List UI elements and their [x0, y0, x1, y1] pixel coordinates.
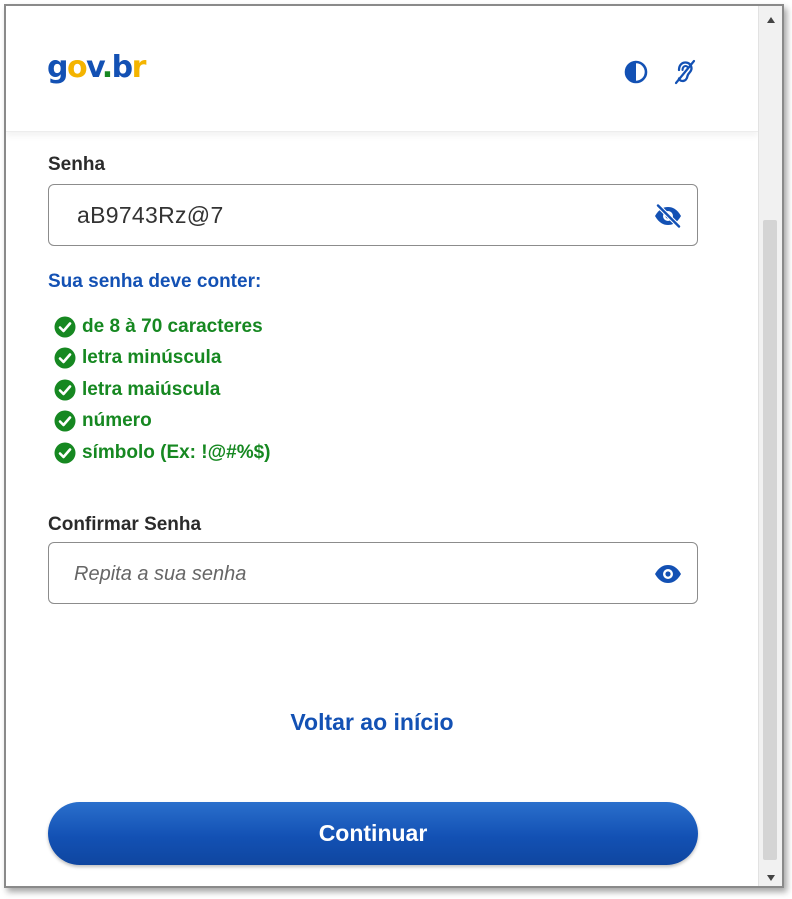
password-field[interactable]: aB9743Rz@7: [48, 184, 698, 246]
requirement-item: letra minúscula: [54, 343, 271, 375]
govbr-logo[interactable]: gov.br: [47, 50, 147, 86]
scrollbar-thumb[interactable]: [763, 220, 777, 860]
eye-slash-icon[interactable]: [653, 202, 683, 230]
requirement-item: letra maiúscula: [54, 374, 271, 406]
logo-letter: r: [131, 50, 147, 85]
requirement-text: de 8 à 70 caracteres: [82, 315, 263, 337]
requirement-text: letra minúscula: [82, 347, 222, 369]
check-circle-icon: [54, 410, 76, 432]
confirm-password-field[interactable]: Repita a sua senha: [48, 542, 698, 604]
hearing-accessibility-icon[interactable]: [671, 58, 699, 86]
scroll-up-arrow-icon[interactable]: [759, 10, 782, 30]
requirements-list: de 8 à 70 caracteres letra minúscula let…: [54, 311, 271, 469]
check-circle-icon: [54, 379, 76, 401]
requirement-item: de 8 à 70 caracteres: [54, 311, 271, 343]
requirements-title: Sua senha deve conter:: [48, 271, 262, 292]
requirement-item: símbolo (Ex: !@#%$): [54, 437, 271, 469]
eye-icon[interactable]: [653, 560, 683, 588]
continue-button[interactable]: Continuar: [48, 802, 698, 865]
logo-letter: b: [111, 50, 133, 85]
logo-letter: g: [47, 50, 68, 85]
back-to-start-link[interactable]: Voltar ao início: [6, 709, 738, 736]
requirement-text: letra maiúscula: [82, 378, 221, 400]
password-value: aB9743Rz@7: [77, 202, 224, 228]
scroll-down-arrow-icon[interactable]: [759, 868, 782, 886]
contrast-icon[interactable]: [622, 58, 650, 86]
requirement-item: número: [54, 406, 271, 438]
requirement-text: símbolo (Ex: !@#%$): [82, 441, 271, 463]
vertical-scrollbar[interactable]: [758, 6, 782, 886]
logo-letter: v: [86, 50, 103, 85]
confirm-password-placeholder: Repita a sua senha: [74, 563, 247, 585]
header: gov.br: [6, 6, 758, 132]
password-label: Senha: [48, 154, 106, 175]
check-circle-icon: [54, 442, 76, 464]
check-circle-icon: [54, 316, 76, 338]
confirm-password-label: Confirmar Senha: [48, 514, 202, 535]
app-window: gov.br Senha aB9743Rz@7 Sua senha deve c…: [4, 4, 784, 888]
logo-letter: .: [101, 50, 113, 85]
requirement-text: número: [82, 410, 152, 432]
check-circle-icon: [54, 347, 76, 369]
logo-letter: o: [66, 50, 88, 85]
